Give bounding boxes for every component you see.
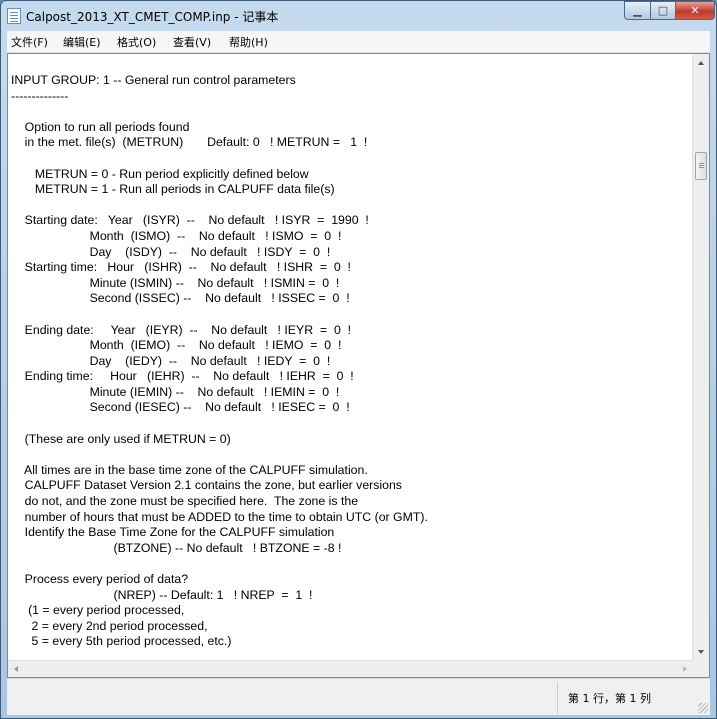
scroll-right-icon[interactable] — [683, 666, 687, 672]
text-editor[interactable]: INPUT GROUP: 1 -- General run control pa… — [7, 53, 710, 678]
scrollbar-corner — [692, 660, 709, 677]
status-bar: 第 1 行，第 1 列 — [7, 678, 710, 715]
notepad-window: Calpost_2013_XT_CMET_COMP.inp - 记事本 ▁ □ … — [0, 0, 717, 719]
resize-grip-icon[interactable] — [698, 703, 708, 713]
menu-file[interactable]: 文件(F) — [11, 34, 48, 50]
horizontal-scrollbar[interactable] — [8, 660, 693, 677]
close-button[interactable]: ✕ — [675, 1, 715, 20]
minimize-button[interactable]: ▁ — [624, 1, 651, 20]
vertical-scrollbar[interactable] — [692, 54, 709, 661]
title-bar[interactable]: Calpost_2013_XT_CMET_COMP.inp - 记事本 ▁ □ … — [1, 1, 716, 31]
menu-format[interactable]: 格式(O) — [117, 34, 156, 50]
grip-line — [699, 165, 704, 166]
menu-view[interactable]: 查看(V) — [173, 34, 211, 50]
scroll-up-icon[interactable] — [698, 61, 704, 65]
menu-bar: 文件(F) 编辑(E) 格式(O) 查看(V) 帮助(H) — [7, 31, 710, 53]
document-text[interactable]: INPUT GROUP: 1 -- General run control pa… — [8, 54, 693, 650]
status-divider — [557, 682, 558, 714]
cursor-position: 第 1 行，第 1 列 — [568, 692, 651, 705]
vertical-scroll-thumb[interactable] — [695, 152, 707, 180]
window-title: Calpost_2013_XT_CMET_COMP.inp - 记事本 — [26, 10, 279, 24]
menu-help[interactable]: 帮助(H) — [229, 34, 268, 50]
grip-line — [699, 167, 704, 168]
menu-edit[interactable]: 编辑(E) — [63, 34, 101, 50]
maximize-button[interactable]: □ — [650, 1, 676, 20]
scroll-left-icon[interactable] — [14, 666, 18, 672]
text-area[interactable]: INPUT GROUP: 1 -- General run control pa… — [8, 54, 693, 661]
notepad-icon[interactable] — [7, 8, 21, 24]
scroll-down-icon[interactable] — [698, 650, 704, 654]
grip-line — [699, 163, 704, 164]
